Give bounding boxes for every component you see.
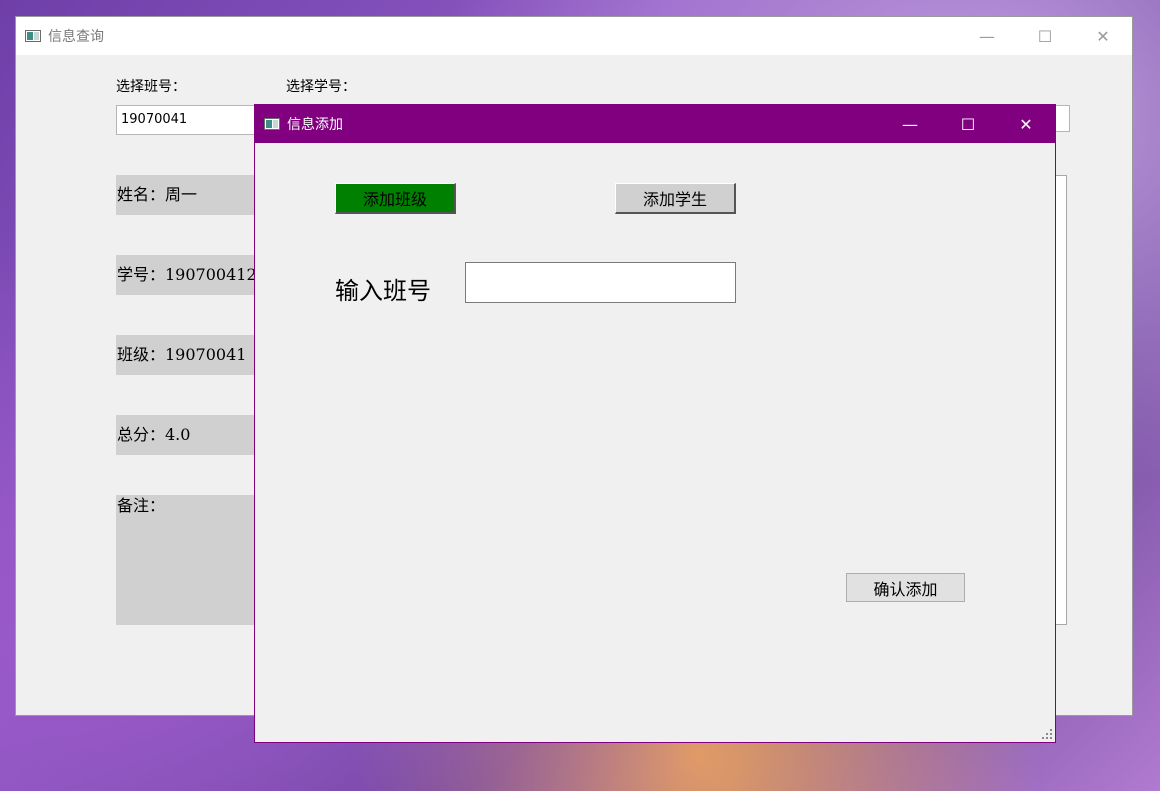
maximize-icon[interactable]: ☐	[939, 105, 997, 143]
add-class-button[interactable]: 添加班级	[335, 183, 456, 214]
resize-grip-icon[interactable]	[1042, 729, 1052, 739]
class-number-input[interactable]	[465, 262, 736, 303]
main-titlebar[interactable]: 信息查询 — ☐ ✕	[16, 17, 1132, 55]
student-id-field: 学号：190700412	[116, 255, 276, 295]
dialog-titlebar[interactable]: 信息添加 — ☐ ✕	[255, 105, 1055, 143]
name-field: 姓名：周一	[116, 175, 276, 215]
class-select[interactable]: 19070041	[116, 105, 276, 135]
select-student-label: 选择学号：	[286, 79, 356, 95]
add-info-dialog: 信息添加 — ☐ ✕ 添加班级 添加学生 输入班号 确认添加	[254, 104, 1056, 743]
close-icon[interactable]: ✕	[1074, 17, 1132, 55]
note-field: 备注：	[116, 495, 276, 625]
close-icon[interactable]: ✕	[997, 105, 1055, 143]
app-window-icon	[25, 30, 41, 42]
select-class-label: 选择班号：	[116, 79, 186, 95]
total-score-field: 总分：4.0	[116, 415, 276, 455]
app-window-icon	[264, 118, 280, 130]
class-number-label: 输入班号	[335, 277, 431, 305]
confirm-add-button[interactable]: 确认添加	[846, 573, 965, 602]
maximize-icon[interactable]: ☐	[1016, 17, 1074, 55]
minimize-icon[interactable]: —	[958, 17, 1016, 55]
class-field: 班级：19070041	[116, 335, 276, 375]
minimize-icon[interactable]: —	[881, 105, 939, 143]
main-window-title: 信息查询	[48, 29, 104, 45]
add-student-button[interactable]: 添加学生	[615, 183, 736, 214]
dialog-title: 信息添加	[287, 117, 343, 133]
